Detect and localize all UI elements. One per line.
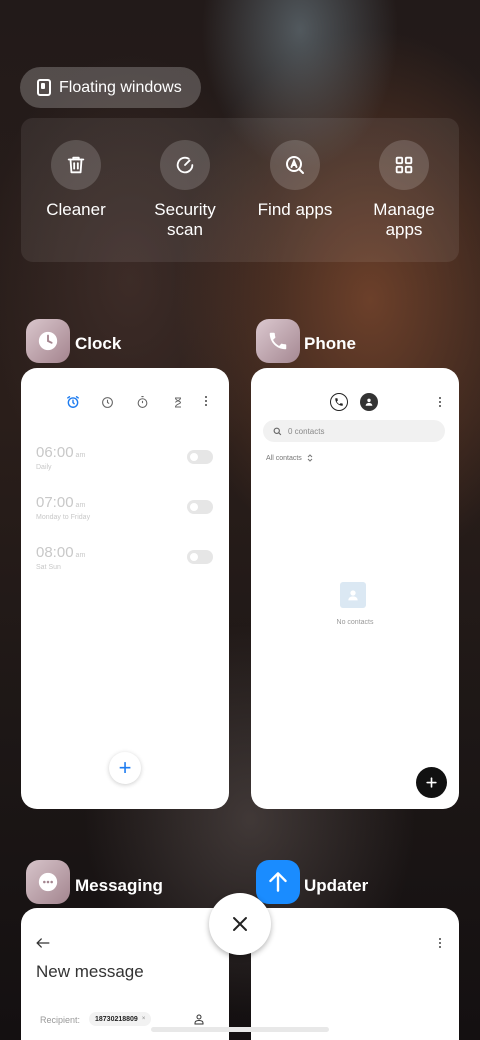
clock-app-icon[interactable] bbox=[26, 319, 70, 363]
updater-app-name: Updater bbox=[304, 876, 369, 895]
floating-windows-button[interactable]: Floating windows bbox=[20, 67, 201, 108]
clock-app-name: Clock bbox=[75, 334, 122, 353]
alarm-ampm: am bbox=[75, 552, 86, 559]
find-apps-button[interactable]: Find apps bbox=[240, 140, 350, 220]
search-icon bbox=[273, 427, 282, 435]
add-alarm-button[interactable]: + bbox=[109, 752, 141, 784]
alarm-toggle[interactable] bbox=[187, 500, 213, 514]
close-icon bbox=[233, 917, 247, 931]
alarm-row[interactable]: 08:00 am Sat Sun bbox=[36, 544, 85, 571]
home-indicator[interactable] bbox=[151, 1027, 329, 1032]
contacts-filter-dropdown[interactable]: All contacts bbox=[266, 454, 313, 462]
empty-contacts-text: No contacts bbox=[336, 619, 374, 626]
alarm-tab-icon[interactable] bbox=[66, 395, 80, 414]
alarm-ampm: am bbox=[75, 502, 86, 509]
phone-app-card[interactable]: 0 contacts All contacts No contacts bbox=[251, 368, 459, 809]
manage-apps-icon bbox=[379, 140, 429, 190]
alarm-row[interactable]: 07:00 am Monday to Friday bbox=[36, 494, 90, 521]
security-scan-icon bbox=[160, 140, 210, 190]
security-scan-label: Security scan bbox=[154, 200, 216, 239]
clock-app-card[interactable]: 06:00 am Daily 07:00 am Monday to Friday 0… bbox=[21, 368, 229, 809]
security-scan-button[interactable]: Security scan bbox=[130, 140, 240, 240]
messaging-app-card[interactable]: New message Recipient: 18730218809 × bbox=[21, 908, 229, 1040]
empty-contacts-icon bbox=[340, 582, 366, 608]
clear-all-button[interactable] bbox=[209, 893, 271, 955]
manage-apps-label: Manage apps bbox=[373, 200, 435, 239]
contacts-filter-label: All contacts bbox=[266, 454, 302, 462]
search-placeholder: 0 contacts bbox=[288, 426, 325, 436]
call-log-tab-icon[interactable] bbox=[330, 393, 348, 411]
phone-app-icon[interactable] bbox=[256, 319, 300, 363]
alarm-time: 08:00 bbox=[36, 544, 74, 561]
updater-more-icon[interactable] bbox=[438, 938, 442, 948]
alarm-repeat: Monday to Friday bbox=[36, 514, 91, 521]
back-arrow-icon[interactable] bbox=[36, 936, 50, 954]
alarm-ampm: am bbox=[75, 452, 86, 459]
updater-app-icon[interactable] bbox=[256, 860, 300, 904]
remove-recipient-icon[interactable]: × bbox=[142, 1016, 146, 1022]
alarm-repeat: Daily bbox=[36, 464, 52, 471]
trash-icon bbox=[51, 140, 101, 190]
manage-apps-button[interactable]: Manage apps bbox=[349, 140, 459, 240]
new-message-title: New message bbox=[36, 962, 144, 981]
cleaner-label: Cleaner bbox=[46, 200, 106, 219]
add-contact-button[interactable] bbox=[416, 767, 447, 798]
timer-tab-icon[interactable] bbox=[172, 396, 184, 414]
messaging-app-name: Messaging bbox=[75, 876, 163, 895]
phone-more-icon[interactable] bbox=[438, 397, 442, 407]
floating-window-icon bbox=[37, 79, 51, 96]
find-apps-label: Find apps bbox=[257, 200, 333, 219]
recipient-label: Recipient: bbox=[40, 1015, 81, 1025]
contacts-search-input[interactable]: 0 contacts bbox=[263, 420, 445, 442]
sort-arrows-icon bbox=[307, 454, 313, 462]
plus-icon bbox=[426, 777, 437, 788]
contacts-tab-icon[interactable] bbox=[360, 393, 378, 411]
alarm-toggle[interactable] bbox=[187, 450, 213, 464]
clock-more-icon[interactable] bbox=[203, 396, 209, 406]
cleaner-button[interactable]: Cleaner bbox=[21, 140, 131, 220]
alarm-toggle[interactable] bbox=[187, 550, 213, 564]
recipient-chip[interactable]: 18730218809 × bbox=[89, 1012, 152, 1026]
stopwatch-tab-icon[interactable] bbox=[136, 395, 149, 414]
alarm-time: 06:00 bbox=[36, 444, 74, 461]
find-apps-icon bbox=[270, 140, 320, 190]
alarm-time: 07:00 bbox=[36, 494, 74, 511]
recipient-number: 18730218809 bbox=[95, 1015, 138, 1023]
alarm-repeat: Sat Sun bbox=[36, 564, 61, 571]
world-clock-tab-icon[interactable] bbox=[101, 396, 114, 414]
floating-windows-label: Floating windows bbox=[59, 78, 182, 96]
phone-app-name: Phone bbox=[304, 334, 356, 353]
messaging-app-icon[interactable] bbox=[26, 860, 70, 904]
alarm-row[interactable]: 06:00 am Daily bbox=[36, 444, 85, 471]
updater-app-card[interactable] bbox=[251, 908, 459, 1040]
